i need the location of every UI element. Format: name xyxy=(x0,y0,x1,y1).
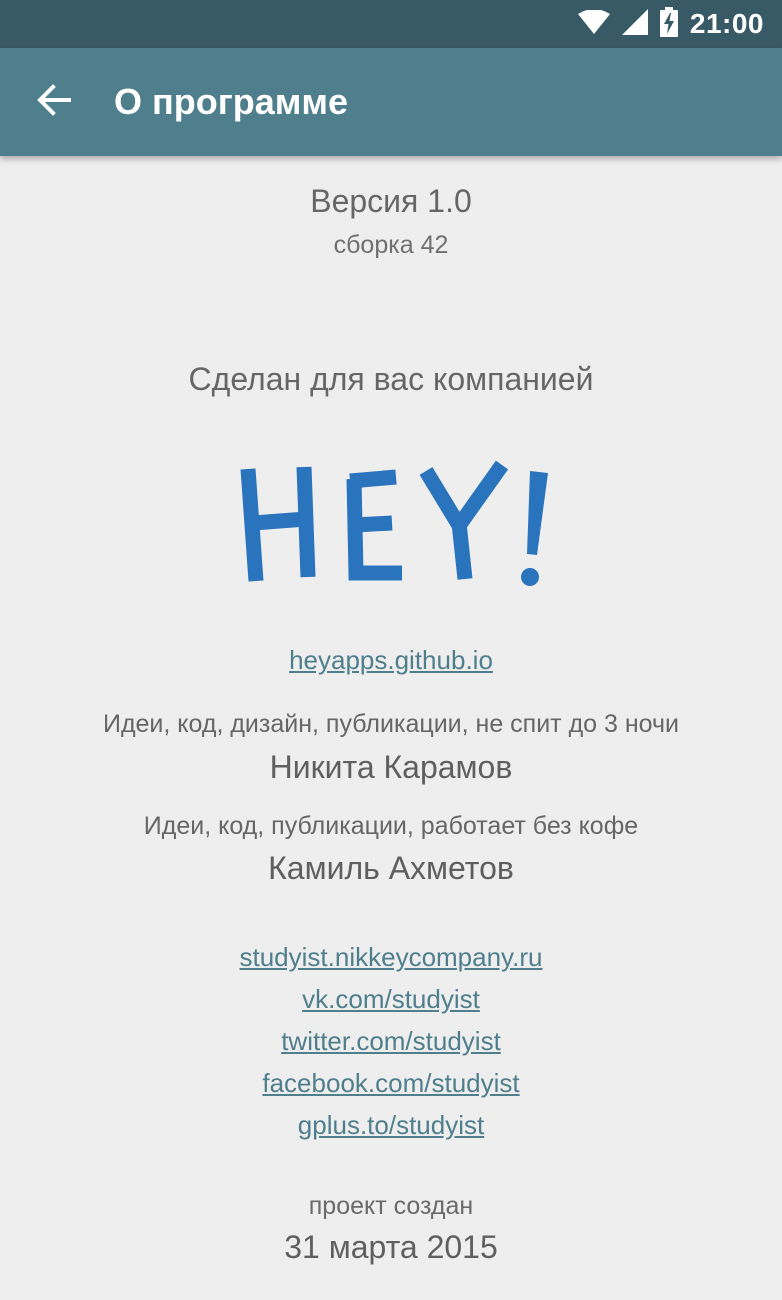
status-bar: 21:00 xyxy=(0,0,782,48)
link-vk[interactable]: vk.com/studyist xyxy=(0,982,782,1024)
company-site-link[interactable]: heyapps.github.io xyxy=(289,645,493,675)
back-button[interactable] xyxy=(24,72,84,132)
link-twitter[interactable]: twitter.com/studyist xyxy=(0,1024,782,1066)
link-facebook[interactable]: facebook.com/studyist xyxy=(0,1066,782,1108)
app-bar: О программе xyxy=(0,48,782,156)
link-website[interactable]: studyist.nikkeycompany.ru xyxy=(0,940,782,982)
build-label: сборка 42 xyxy=(333,231,449,259)
status-icons: 21:00 xyxy=(577,0,764,48)
company-logo xyxy=(0,451,782,591)
team-member-name: Никита Карамов xyxy=(269,749,513,785)
wifi-icon xyxy=(577,8,610,39)
team-member-name: Камиль Ахметов xyxy=(268,850,514,886)
created-date: 31 марта 2015 xyxy=(284,1229,498,1265)
version-label: Версия 1.0 xyxy=(310,183,472,219)
about-content: Версия 1.0 сборка 42 Сделан для вас комп… xyxy=(0,156,782,1300)
cell-signal-icon xyxy=(621,8,648,40)
status-time: 21:00 xyxy=(689,8,764,39)
arrow-back-icon xyxy=(37,83,71,122)
link-gplus[interactable]: gplus.to/studyist xyxy=(0,1108,782,1150)
battery-charging-icon xyxy=(659,6,678,42)
made-by-text: Сделан для вас компанией xyxy=(188,361,594,397)
team-member-role: Идеи, код, публикации, работает без кофе xyxy=(143,812,639,840)
page-title: О программе xyxy=(114,81,349,122)
company-site-link-wrap: heyapps.github.io xyxy=(0,645,782,676)
created-label: проект создан xyxy=(308,1192,474,1220)
team-member-role: Идеи, код, дизайн, публикации, не спит д… xyxy=(102,710,680,738)
social-links: studyist.nikkeycompany.ru vk.com/studyis… xyxy=(0,940,782,1150)
